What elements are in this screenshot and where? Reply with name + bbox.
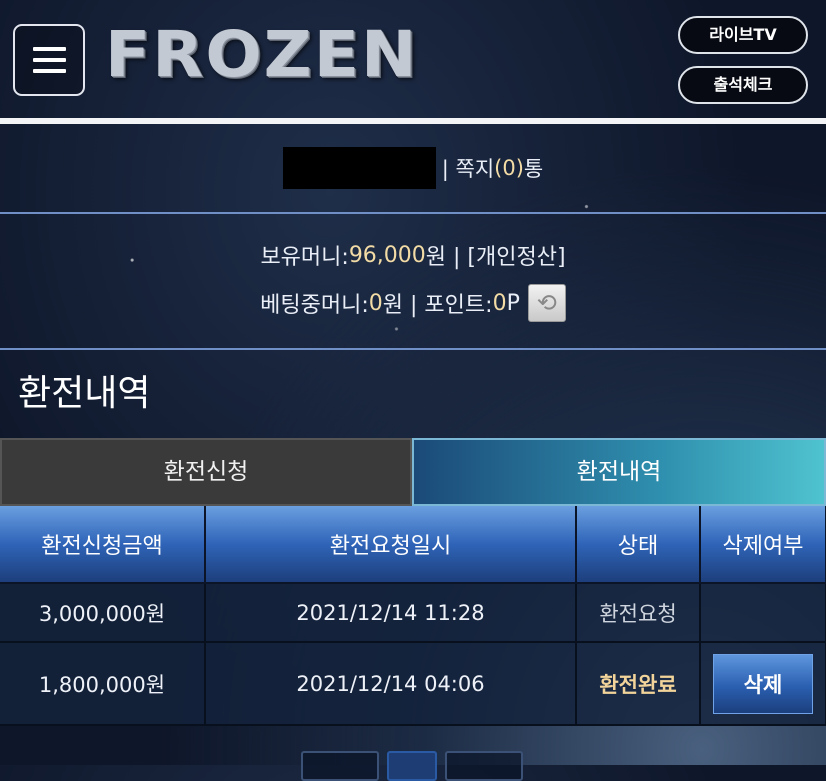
balance-row: 보유머니: 96,000 원 | [개인정산] xyxy=(0,234,826,276)
balance-label: 보유머니: xyxy=(260,245,349,270)
hamburger-icon-line xyxy=(33,47,66,51)
user-info-row: | 쪽지 (0) 통 xyxy=(0,124,826,212)
column-header-amount: 환전신청금액 xyxy=(0,506,206,584)
refresh-icon[interactable]: ⟲ xyxy=(527,284,566,322)
status-cell: 환전완료 xyxy=(576,642,701,726)
amount-cell: 1,800,000원 xyxy=(0,642,206,726)
hamburger-icon-line xyxy=(33,58,66,62)
balance-value: 96,000 xyxy=(348,242,426,268)
message-prefix: | 쪽지 xyxy=(441,157,495,181)
datetime-cell: 2021/12/14 04:06 xyxy=(205,642,577,726)
divider xyxy=(0,348,826,350)
hamburger-icon-line xyxy=(33,69,66,73)
betting-label: 베팅중머니: xyxy=(260,293,369,318)
message-count[interactable]: (0) xyxy=(494,156,524,180)
points-value: 0 xyxy=(492,290,507,316)
balance-unit-settlement[interactable]: 원 | [개인정산] xyxy=(426,239,566,271)
points-unit: P xyxy=(506,290,520,316)
exchange-history-table: 환전신청금액 환전요청일시 상태 삭제여부 3,000,000원 2021/12… xyxy=(0,506,826,726)
tab-exchange-request[interactable]: 환전신청 xyxy=(0,438,412,506)
column-header-status: 상태 xyxy=(576,506,701,584)
tab-exchange-history[interactable]: 환전내역 xyxy=(412,438,826,506)
column-header-datetime: 환전요청일시 xyxy=(205,506,577,584)
delete-cell xyxy=(700,583,826,643)
redacted-username xyxy=(282,147,436,189)
site-logo[interactable]: FROZEN xyxy=(105,23,418,87)
betting-points-row: 베팅중머니: 0 원 | 포인트: 0 P ⟲ xyxy=(0,282,826,324)
pagination-page-button[interactable] xyxy=(387,751,437,781)
datetime-cell: 2021/12/14 11:28 xyxy=(205,583,577,643)
page-title: 환전내역 xyxy=(18,373,151,414)
delete-button[interactable]: 삭제 xyxy=(713,653,813,714)
menu-button[interactable] xyxy=(13,24,85,96)
header: FROZEN 라이브TV 출석체크 xyxy=(0,0,826,118)
table-row: 3,000,000원 2021/12/14 11:28 환전요청 xyxy=(0,583,826,643)
status-cell: 환전요청 xyxy=(576,583,701,643)
delete-cell: 삭제 xyxy=(700,642,826,726)
live-tv-button[interactable]: 라이브TV xyxy=(678,16,808,54)
attendance-check-button[interactable]: 출석체크 xyxy=(678,66,808,104)
betting-value: 0 xyxy=(368,290,383,316)
table-row: 1,800,000원 2021/12/14 04:06 환전완료 삭제 xyxy=(0,642,826,726)
pagination-next-button[interactable] xyxy=(445,751,523,781)
pagination-prev-button[interactable] xyxy=(301,751,379,781)
divider xyxy=(0,212,826,214)
message-suffix: 통 xyxy=(523,157,544,181)
amount-cell: 3,000,000원 xyxy=(0,583,206,643)
points-label: 원 | 포인트: xyxy=(382,293,493,318)
column-header-delete: 삭제여부 xyxy=(700,506,826,584)
